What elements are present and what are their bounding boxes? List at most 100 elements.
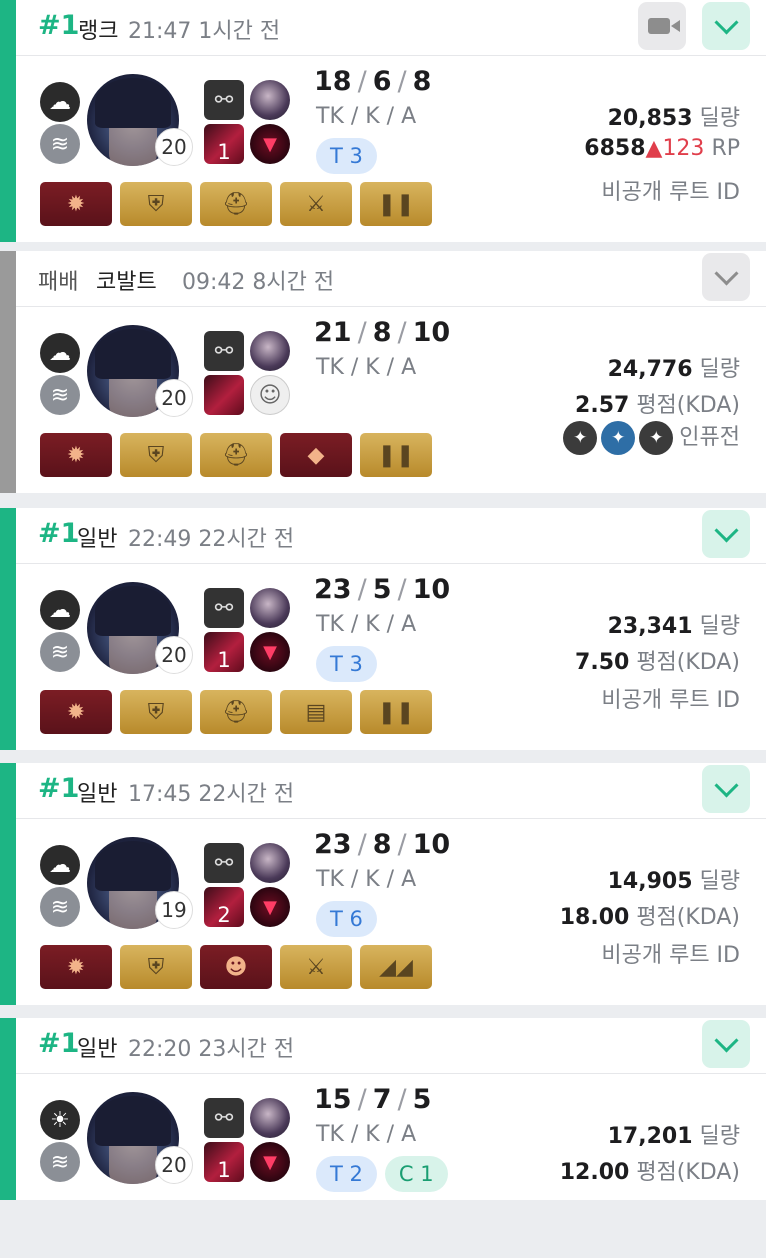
gauntlet-icon[interactable]: ✹ bbox=[40, 182, 112, 226]
wind-icon: ≋ bbox=[40, 632, 80, 672]
match-ago: 22시간 전 bbox=[198, 527, 295, 552]
augment-icon: ▼ bbox=[250, 1142, 290, 1182]
damage-stat: 20,853 딜량 bbox=[608, 100, 740, 132]
augment-icon: ▼ bbox=[250, 632, 290, 672]
weapon-icon: ⚯ bbox=[204, 80, 244, 120]
replay-video-button[interactable] bbox=[638, 2, 686, 50]
rp-up-icon: ▲ bbox=[645, 136, 663, 161]
chevron-down-icon bbox=[713, 1027, 739, 1053]
score-value: 12.00 bbox=[559, 1160, 630, 1185]
match-time: 17:45 22시간 전 bbox=[128, 776, 294, 808]
damage-value: 24,776 bbox=[607, 357, 693, 382]
kills: 8 bbox=[372, 829, 392, 860]
assists: 10 bbox=[412, 317, 451, 348]
match-body: ☀ ≋ 20 ⚯ 1 ▼ 15/7/5 TK / K / AT 2C 1 17,201 딜량 12… bbox=[16, 1074, 766, 1258]
match-body: ☁ ≋ 20 ⚯ 1 ▼ 23/5/10 TK / K / AT 3 23,341 딜량 7.50… bbox=[16, 564, 766, 748]
match-card[interactable]: #1 랭크 21:47 1시간 전 ☁ ≋ 20 ⚯ 1 ▼ 18/6/8 TK / K / AT … bbox=[0, 0, 766, 242]
kda-separator: / bbox=[397, 574, 407, 605]
kda-separator: / bbox=[397, 1084, 407, 1115]
match-clock: 09:42 bbox=[182, 270, 246, 295]
route-id: 비공개 루트 ID bbox=[601, 937, 740, 969]
trait-icon bbox=[250, 331, 290, 371]
character-level: 20 bbox=[155, 379, 193, 417]
match-ago: 23시간 전 bbox=[198, 1037, 295, 1062]
augment-icon: ▼ bbox=[250, 887, 290, 927]
match-body: ☁ ≋ 20 ⚯ ☺ 21/8/10 TK / K / A 24,776 딜량 2.57 평점(… bbox=[16, 307, 766, 491]
route-runes: ✦ ✦ ✦ bbox=[563, 421, 674, 455]
gauntlet-icon[interactable]: ✹ bbox=[40, 690, 112, 734]
match-header: #1 일반 22:20 23시간 전 bbox=[16, 1018, 766, 1074]
route-id: 비공개 루트 ID bbox=[601, 682, 740, 714]
wind-icon: ≋ bbox=[40, 1142, 80, 1182]
gauntlet-icon[interactable]: ✹ bbox=[40, 433, 112, 477]
augment-icon: ▼ bbox=[250, 124, 290, 164]
skill-icon: 1 bbox=[204, 124, 244, 164]
expand-button[interactable] bbox=[702, 765, 750, 813]
claw-icon[interactable]: ⚔ bbox=[280, 945, 352, 989]
damage-stat: 17,201 딜량 bbox=[608, 1118, 740, 1150]
route-id: 비공개 루트 ID bbox=[601, 174, 740, 206]
match-card[interactable]: #1 일반 22:20 23시간 전 ☀ ≋ 20 ⚯ 1 ▼ 15/7/5 TK / K / AT… bbox=[0, 1018, 766, 1200]
weapon-icon: ⚯ bbox=[204, 843, 244, 883]
score-stat: 12.00 평점(KDA) bbox=[560, 1154, 740, 1186]
match-card[interactable]: #1 일반 17:45 22시간 전 ☁ ≋ 19 ⚯ 2 ▼ 23/8/10 TK / K / A… bbox=[0, 763, 766, 1005]
boots-icon[interactable]: ❚❚ bbox=[360, 690, 432, 734]
expand-button[interactable] bbox=[702, 510, 750, 558]
score-value: 18.00 bbox=[559, 905, 630, 930]
armor-icon[interactable]: ⛨ bbox=[120, 690, 192, 734]
match-time: 21:47 1시간 전 bbox=[128, 13, 280, 45]
item-slots: ✹ ⛨ ⛑ ▤ ❚❚ bbox=[40, 690, 432, 734]
match-ago: 1시간 전 bbox=[198, 19, 281, 44]
match-clock: 22:20 bbox=[128, 1037, 192, 1062]
rp-delta: 123 bbox=[662, 136, 705, 161]
kda-score: 18/6/8 bbox=[314, 66, 431, 97]
item-slots: ✹ ⛨ ⛑ ◆ ❚❚ bbox=[40, 433, 432, 477]
expand-button[interactable] bbox=[702, 2, 750, 50]
wind-icon: ≋ bbox=[40, 887, 80, 927]
expand-button[interactable] bbox=[702, 253, 750, 301]
helmet-icon[interactable]: ⛑ bbox=[200, 433, 272, 477]
armor-icon[interactable]: ⛨ bbox=[120, 182, 192, 226]
mode-label: 일반 bbox=[77, 782, 118, 807]
armor-icon[interactable]: ⛨ bbox=[120, 433, 192, 477]
score-unit: 평점(KDA) bbox=[636, 1160, 740, 1185]
match-clock: 22:49 bbox=[128, 527, 192, 552]
damage-value: 17,201 bbox=[607, 1124, 693, 1149]
match-body: ☁ ≋ 19 ⚯ 2 ▼ 23/8/10 TK / K / AT 6 14,905 딜량 18.0… bbox=[16, 819, 766, 1003]
assists: 10 bbox=[412, 574, 451, 605]
expand-button[interactable] bbox=[702, 1020, 750, 1068]
route-text: 인퓨전 bbox=[679, 425, 740, 450]
kda-legend: TK / K / A bbox=[316, 1122, 417, 1147]
kda-legend: TK / K / A bbox=[316, 867, 417, 892]
team-kills: 21 bbox=[314, 317, 352, 348]
match-body: ☁ ≋ 20 ⚯ 1 ▼ 18/6/8 TK / K / AT 3 20,853 딜량 6858▲… bbox=[16, 56, 766, 240]
gauntlet-icon[interactable]: ✹ bbox=[40, 945, 112, 989]
mask-icon[interactable]: ☻ bbox=[200, 945, 272, 989]
scroll-icon[interactable]: ▤ bbox=[280, 690, 352, 734]
boots-icon[interactable]: ❚❚ bbox=[360, 433, 432, 477]
kda-score: 23/8/10 bbox=[314, 829, 450, 860]
wind-icon: ≋ bbox=[40, 375, 80, 415]
match-header: 패배 코발트 09:42 8시간 전 bbox=[16, 251, 766, 307]
sun-icon: ☀ bbox=[40, 1100, 80, 1140]
match-card[interactable]: 패배 코발트 09:42 8시간 전 ☁ ≋ 20 ⚯ ☺ 21/8/10 TK / K / A2… bbox=[0, 251, 766, 493]
item-slots: ✹ ⛨ ☻ ⚔ ◢◢ bbox=[40, 945, 432, 989]
damage-value: 14,905 bbox=[607, 869, 693, 894]
armor-icon[interactable]: ⛨ bbox=[120, 945, 192, 989]
team-kills: 15 bbox=[314, 1084, 352, 1115]
character-level: 19 bbox=[155, 891, 193, 929]
heels-icon[interactable]: ◢◢ bbox=[360, 945, 432, 989]
mode-label: 일반 bbox=[77, 1037, 118, 1062]
score-unit: 평점(KDA) bbox=[636, 393, 740, 418]
video-camera-icon bbox=[648, 18, 680, 34]
helmet-icon[interactable]: ⛑ bbox=[200, 690, 272, 734]
match-card[interactable]: #1 일반 22:49 22시간 전 ☁ ≋ 20 ⚯ 1 ▼ 23/5/10 TK / K / A… bbox=[0, 508, 766, 750]
boots-icon[interactable]: ❚❚ bbox=[360, 182, 432, 226]
kda-score: 15/7/5 bbox=[314, 1084, 431, 1115]
claw-icon[interactable]: ⚔ bbox=[280, 182, 352, 226]
helmet-icon[interactable]: ⛑ bbox=[200, 182, 272, 226]
tier-tags: T 2C 1 bbox=[316, 1156, 448, 1192]
meat-icon[interactable]: ◆ bbox=[280, 433, 352, 477]
trait-icon bbox=[250, 588, 290, 628]
damage-stat: 24,776 딜량 bbox=[608, 351, 740, 383]
